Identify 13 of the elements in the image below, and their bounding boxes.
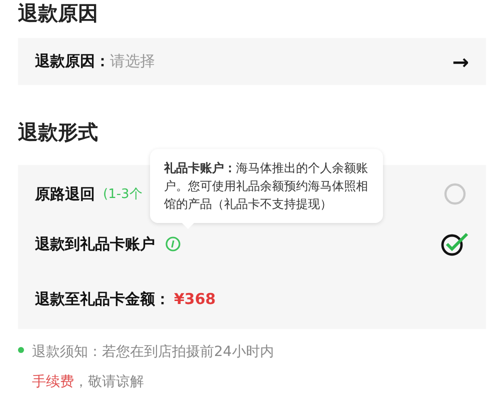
notice-text: 退款须知：若您在到店拍摄前24小时内 (32, 343, 274, 362)
placeholder-text: 请选择 (110, 52, 156, 71)
notice-text: 手续费，敬请谅解 (32, 373, 145, 392)
reason-selector[interactable]: 退款原因：请选择 → (18, 38, 486, 85)
arrow-icon: → (452, 50, 469, 74)
option-label: 原路退回 (35, 184, 95, 204)
section-title: 退款原因 (18, 0, 99, 26)
field-label: 退款原因： (35, 52, 110, 71)
option-note: (1-3个 (103, 186, 142, 203)
section-title: 退款形式 (18, 119, 99, 145)
option-label: 退款到礼品卡账户 (35, 234, 155, 254)
amount-value: ¥368 (174, 290, 216, 308)
amount-label: 退款至礼品卡金额： (35, 290, 170, 308)
